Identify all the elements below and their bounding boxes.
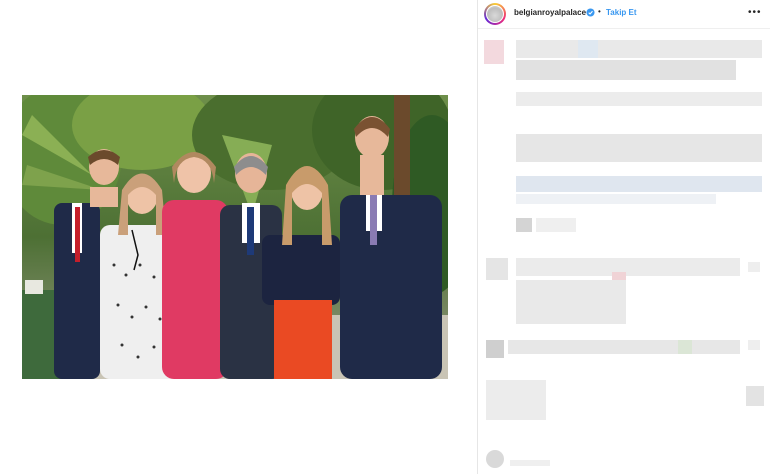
blur-block <box>486 258 508 280</box>
post-sidebar: belgianroyalpalace • Takip Et ••• <box>478 0 770 474</box>
blur-block <box>486 380 546 420</box>
post-media-area <box>0 0 477 474</box>
blur-block <box>486 340 504 358</box>
blur-block <box>516 60 736 80</box>
blur-block <box>484 40 504 64</box>
avatar-ring-inner <box>486 5 504 23</box>
blur-block <box>578 40 598 58</box>
post-username[interactable]: belgianroyalpalace <box>514 8 586 17</box>
post-photo[interactable] <box>22 95 448 379</box>
blur-block <box>516 40 762 58</box>
more-options-icon[interactable]: ••• <box>748 7 762 18</box>
family-portrait-image <box>22 95 448 379</box>
pixelated-comments-area <box>478 30 770 474</box>
blur-block <box>536 218 576 232</box>
verified-badge-icon <box>586 8 595 17</box>
blur-block <box>678 340 692 354</box>
blur-block <box>748 340 760 350</box>
separator-dot: • <box>598 7 601 16</box>
blur-block <box>508 340 740 354</box>
follow-button[interactable]: Takip Et <box>606 8 637 17</box>
blur-block <box>746 386 764 406</box>
blur-block <box>516 218 532 232</box>
blur-block <box>510 460 550 466</box>
blur-block <box>486 450 504 468</box>
profile-avatar[interactable] <box>484 3 506 25</box>
post-header: belgianroyalpalace • Takip Et ••• <box>478 0 770 29</box>
blur-block <box>748 262 760 272</box>
blur-block <box>516 258 740 276</box>
blur-block <box>516 194 716 204</box>
blur-block <box>516 176 762 192</box>
blur-block <box>516 134 762 162</box>
blur-block <box>516 280 626 324</box>
blur-block <box>516 92 762 106</box>
avatar-image <box>487 6 503 22</box>
